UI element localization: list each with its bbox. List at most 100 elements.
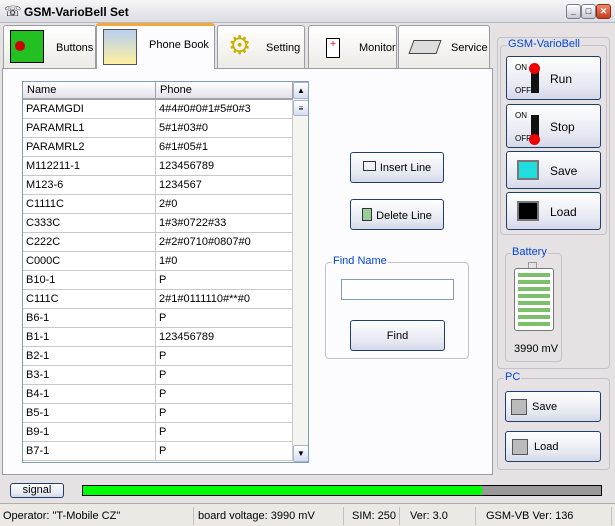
device-load-button[interactable]: Load [506,192,601,230]
scroll-down-button[interactable]: ▼ [293,445,308,462]
table-row[interactable]: M112211-1 123456789 [23,157,293,176]
status-operator: Operator: "T-Mobile CZ" [0,507,194,525]
table-row[interactable]: B4-1 P [23,385,293,404]
scroll-thumb[interactable]: ≡ [293,100,308,116]
table-row[interactable]: C222C 2#2#0710#0807#0 [23,233,293,252]
battery-segment [518,301,550,305]
cell-name[interactable]: C1111C [23,195,156,214]
table-row[interactable]: PARAMGDI 4#4#0#0#1#5#0#3 [23,100,293,119]
column-header-name[interactable]: Name [23,82,156,100]
battery-segment [518,273,550,277]
cell-name[interactable]: B10-1 [23,271,156,290]
table-row[interactable]: B3-1 P [23,366,293,385]
tab-monitor[interactable]: + Monitor [308,25,397,68]
cell-name[interactable]: PARAMRL2 [23,138,156,157]
cell-name[interactable]: M123-6 [23,176,156,195]
cell-name[interactable]: PARAMGDI [23,100,156,119]
cell-phone[interactable]: 1#3#0722#33 [156,214,293,233]
tab-phone-book[interactable]: Phone Book [96,23,215,69]
battery-segment [518,280,550,284]
status-gsmvb-version: GSM-VB Ver: 136 [476,507,612,525]
phonebook-icon [103,29,137,65]
tab-setting[interactable]: ⚙ Setting [217,25,305,68]
cell-name[interactable]: B7-1 [23,442,156,461]
cell-phone[interactable]: 123456789 [156,328,293,347]
signal-button[interactable]: signal [10,483,64,498]
table-row[interactable]: B7-1 P [23,442,293,461]
phonebook-table[interactable]: Name Phone PARAMGDI 4#4#0#0#1#5#0#3 PARAMR… [22,81,309,463]
cell-phone[interactable]: 1234567 [156,176,293,195]
table-row[interactable]: B5-1 P [23,404,293,423]
cell-name[interactable]: B9-1 [23,423,156,442]
cell-phone[interactable]: 1#0 [156,252,293,271]
cell-name[interactable]: B2-1 [23,347,156,366]
cell-phone[interactable]: P [156,271,293,290]
battery-segment [518,308,550,312]
table-row[interactable]: B10-1 P [23,271,293,290]
cell-name[interactable]: C222C [23,233,156,252]
cell-name[interactable]: M112211-1 [23,157,156,176]
table-row[interactable]: B1-1 123456789 [23,328,293,347]
cell-phone[interactable]: P [156,423,293,442]
cell-name[interactable]: C111C [23,290,156,309]
battery-segment [518,322,550,326]
cell-phone[interactable]: 4#4#0#0#1#5#0#3 [156,100,293,119]
table-row[interactable]: C111C 2#1#0111110#**#0 [23,290,293,309]
status-board-voltage: board voltage: 3990 mV [194,507,344,525]
pc-load-button[interactable]: Load [505,431,601,462]
cell-phone[interactable]: P [156,309,293,328]
window-title: GSM-VarioBell Set [24,5,129,19]
cell-phone[interactable]: 123456789 [156,157,293,176]
signal-strength-fill [83,486,482,495]
status-bar: Operator: "T-Mobile CZ" board voltage: 3… [0,503,615,526]
cell-name[interactable]: B3-1 [23,366,156,385]
table-row[interactable]: PARAMRL1 5#1#03#0 [23,119,293,138]
maximize-button[interactable]: □ [581,4,596,19]
insert-line-button[interactable]: Insert Line [350,152,444,183]
find-button[interactable]: Find [350,320,445,351]
cell-phone[interactable]: 6#1#05#1 [156,138,293,157]
cell-name[interactable]: B6-1 [23,309,156,328]
cell-phone[interactable]: 2#1#0111110#**#0 [156,290,293,309]
tab-service[interactable]: Service [398,25,490,68]
cell-name[interactable]: B4-1 [23,385,156,404]
close-button[interactable]: ✕ [596,4,611,19]
table-row[interactable]: M123-6 1234567 [23,176,293,195]
cell-name[interactable]: C000C [23,252,156,271]
monitor-device-icon: + [326,38,340,58]
scroll-up-button[interactable]: ▲ [293,82,308,99]
table-row[interactable]: B9-1 P [23,423,293,442]
table-row[interactable]: B2-1 P [23,347,293,366]
cell-phone[interactable]: P [156,385,293,404]
cell-name[interactable]: B5-1 [23,404,156,423]
cell-phone[interactable]: P [156,404,293,423]
column-header-phone[interactable]: Phone [156,82,293,100]
gears-icon: ⚙ [228,30,252,60]
cell-phone[interactable]: 2#0 [156,195,293,214]
run-button[interactable]: ON OFF Run [506,56,601,100]
tab-buttons[interactable]: Buttons [3,25,96,68]
delete-line-button[interactable]: Delete Line [350,199,444,230]
pc-save-button[interactable]: Save [505,391,601,422]
cell-phone[interactable]: P [156,347,293,366]
cell-phone[interactable]: 5#1#03#0 [156,119,293,138]
device-save-button[interactable]: Save [506,151,601,189]
cell-phone[interactable]: 2#2#0710#0807#0 [156,233,293,252]
minimize-button[interactable]: _ [566,4,581,19]
status-sim: SIM: 250 [344,507,400,525]
find-name-input[interactable] [341,279,454,300]
table-row[interactable]: C1111C 2#0 [23,195,293,214]
cell-phone[interactable]: P [156,366,293,385]
table-row[interactable]: PARAMRL2 6#1#05#1 [23,138,293,157]
table-row[interactable]: C333C 1#3#0722#33 [23,214,293,233]
cell-name[interactable]: C333C [23,214,156,233]
vertical-scrollbar[interactable]: ▲ ≡ ▼ [293,82,308,462]
cell-phone[interactable]: P [156,442,293,461]
cell-name[interactable]: B1-1 [23,328,156,347]
hand-pointer-icon [10,30,44,63]
cell-name[interactable]: PARAMRL1 [23,119,156,138]
table-row[interactable]: B6-1 P [23,309,293,328]
battery-segment [518,287,550,291]
table-row[interactable]: C000C 1#0 [23,252,293,271]
stop-button[interactable]: ON OFF Stop [506,104,601,148]
